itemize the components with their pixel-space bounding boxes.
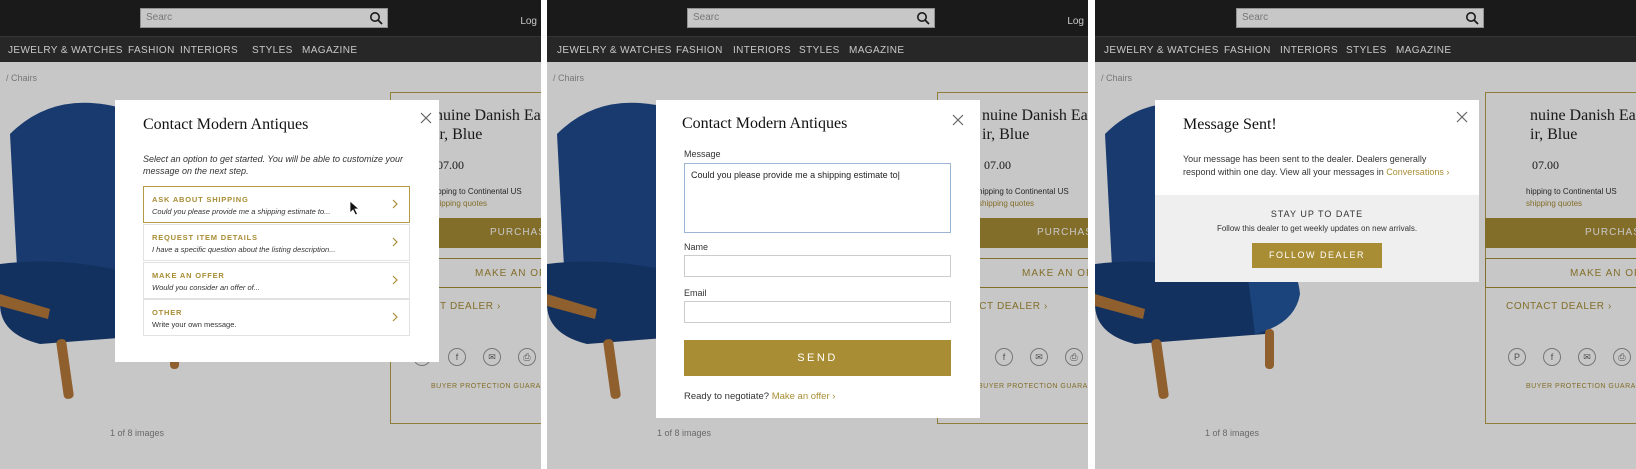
screenshot-panel-select-option: Searc Log JEWELRY & WATCHES FASHION INTE… [0, 0, 541, 469]
option-subtitle: I have a specific question about the lis… [152, 245, 336, 254]
email-field[interactable] [684, 301, 951, 323]
close-icon[interactable] [419, 111, 433, 125]
confirmation-text: Your message has been sent to the dealer… [1183, 153, 1453, 178]
chevron-right-icon [392, 237, 398, 247]
modal-intro-text: Select an option to get started. You wil… [143, 154, 403, 176]
name-label: Name [684, 242, 709, 252]
option-subtitle: Could you please provide me a shipping e… [152, 207, 331, 216]
option-request-details[interactable]: REQUEST ITEM DETAILS I have a specific q… [143, 224, 410, 261]
name-field[interactable] [684, 255, 951, 277]
option-title: OTHER [152, 308, 183, 317]
message-sent-modal: Message Sent! Your message has been sent… [1155, 100, 1479, 282]
stay-up-to-date-title: STAY UP TO DATE [1270, 209, 1364, 219]
stay-up-to-date-text: Follow this dealer to get weekly updates… [1216, 224, 1418, 233]
option-ask-shipping[interactable]: ASK ABOUT SHIPPING Could you please prov… [143, 186, 410, 223]
compose-message-modal: Contact Modern Antiques Message Could yo… [656, 100, 980, 418]
follow-dealer-button[interactable]: FOLLOW DEALER [1252, 243, 1382, 268]
negotiate-text: Ready to negotiate? [684, 391, 770, 402]
option-title: REQUEST ITEM DETAILS [152, 233, 258, 242]
make-offer-link[interactable]: Make an offer › [772, 391, 836, 402]
option-title: MAKE AN OFFER [152, 271, 225, 280]
email-label: Email [684, 288, 707, 298]
close-icon[interactable] [951, 113, 965, 127]
option-subtitle: Would you consider an offer of... [152, 283, 260, 292]
option-other[interactable]: OTHER Write your own message. [143, 299, 410, 336]
message-textarea[interactable]: Could you please provide me a shipping e… [684, 163, 951, 233]
modal-title: Contact Modern Antiques [682, 115, 848, 132]
modal-title: Contact Modern Antiques [143, 116, 309, 133]
option-title: ASK ABOUT SHIPPING [152, 195, 249, 204]
chevron-right-icon [392, 199, 398, 209]
contact-options-modal: Contact Modern Antiques Select an option… [115, 100, 439, 362]
modal-title: Message Sent! [1183, 116, 1277, 133]
option-subtitle: Write your own message. [152, 320, 237, 329]
screenshot-panel-compose-message: Searc Log JEWELRY & WATCHES FASHION INTE… [547, 0, 1088, 469]
stay-up-to-date-section: STAY UP TO DATE Follow this dealer to ge… [1155, 195, 1479, 282]
chevron-right-icon [392, 275, 398, 285]
conversations-link[interactable]: Conversations › [1386, 167, 1449, 177]
chevron-right-icon [392, 312, 398, 322]
negotiate-line: Ready to negotiate? Make an offer › [684, 391, 835, 402]
mouse-cursor-icon [349, 200, 361, 216]
send-button[interactable]: SEND [684, 340, 951, 376]
message-label: Message [684, 149, 721, 159]
close-icon[interactable] [1455, 110, 1469, 124]
screenshot-panel-message-sent: Searc JEWELRY & WATCHES FASHION INTERIOR… [1095, 0, 1636, 469]
option-make-offer[interactable]: MAKE AN OFFER Would you consider an offe… [143, 262, 410, 299]
